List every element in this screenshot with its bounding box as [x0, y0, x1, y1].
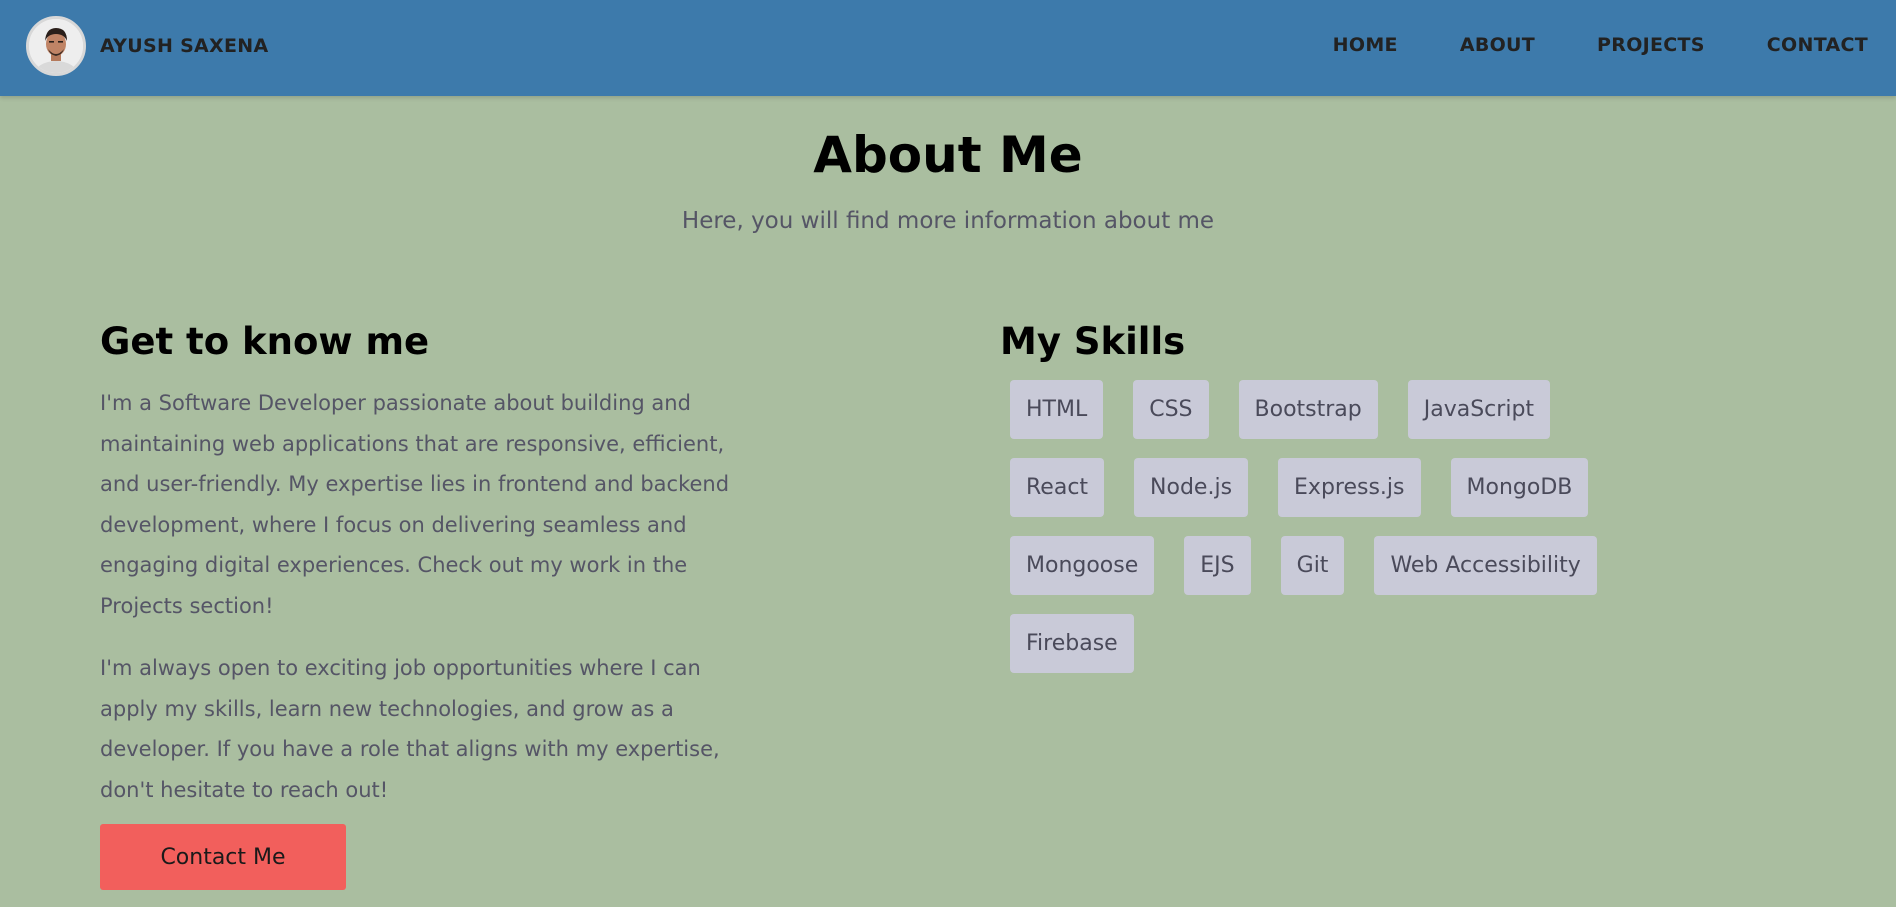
skill-git: Git	[1280, 536, 1345, 595]
skill-mongoose: Mongoose	[1010, 536, 1155, 595]
page-subtitle: Here, you will find more information abo…	[681, 208, 1215, 234]
skills-list: HTML CSS Bootstrap JavaScript React Node…	[1000, 380, 1620, 692]
skills-heading: My Skills	[1000, 320, 1186, 363]
profile-photo-icon	[29, 19, 83, 73]
nav-projects[interactable]: PROJECTS	[1597, 34, 1705, 56]
brand-name[interactable]: AYUSH SAXENA	[100, 35, 269, 57]
brand[interactable]: AYUSH SAXENA	[26, 16, 269, 76]
skill-mongodb: MongoDB	[1450, 458, 1589, 517]
page-title: About Me	[813, 126, 1083, 184]
skill-javascript: JavaScript	[1407, 380, 1551, 439]
skill-bootstrap: Bootstrap	[1238, 380, 1378, 439]
avatar[interactable]	[26, 16, 86, 76]
site-header: AYUSH SAXENA HOME ABOUT PROJECTS CONTACT	[0, 0, 1896, 96]
about-section: Get to know me I'm a Software Developer …	[100, 320, 740, 890]
skill-web-accessibility: Web Accessibility	[1374, 536, 1597, 595]
contact-me-button[interactable]: Contact Me	[100, 824, 346, 890]
skills-section: My Skills HTML CSS Bootstrap JavaScript …	[1000, 320, 1800, 692]
skill-nodejs: Node.js	[1134, 458, 1249, 517]
skill-firebase: Firebase	[1010, 614, 1134, 673]
skill-expressjs: Express.js	[1278, 458, 1421, 517]
about-heading: Get to know me	[100, 320, 430, 363]
skill-ejs: EJS	[1184, 536, 1251, 595]
main-nav: HOME ABOUT PROJECTS CONTACT	[1333, 34, 1868, 56]
skill-react: React	[1010, 458, 1105, 517]
skill-html: HTML	[1010, 380, 1104, 439]
skill-css: CSS	[1133, 380, 1209, 439]
about-paragraph-2: I'm always open to exciting job opportun…	[100, 656, 720, 802]
nav-contact[interactable]: CONTACT	[1767, 34, 1868, 56]
nav-home[interactable]: HOME	[1333, 34, 1398, 56]
about-paragraph-1: I'm a Software Developer passionate abou…	[100, 391, 730, 618]
nav-about[interactable]: ABOUT	[1460, 34, 1535, 56]
